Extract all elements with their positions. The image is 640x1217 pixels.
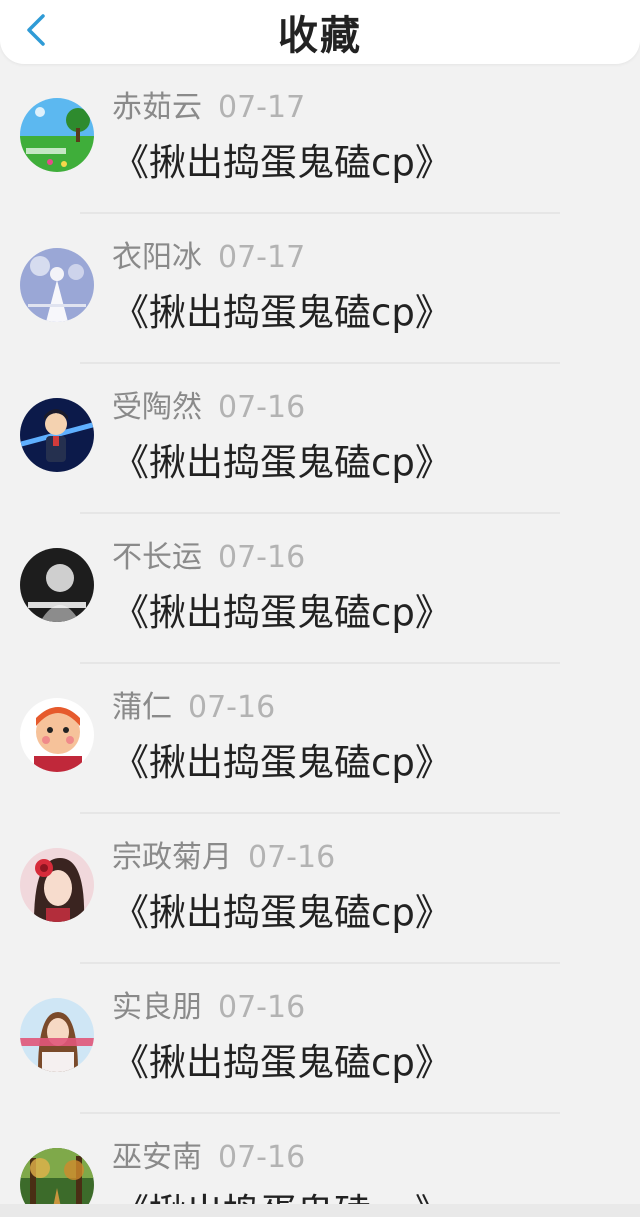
list-item[interactable]: 宗政菊月 07-16 《揪出捣蛋鬼磕cp》 bbox=[0, 814, 640, 964]
post-date: 07-16 bbox=[218, 1140, 306, 1175]
user-name: 巫安南 bbox=[112, 1140, 202, 1175]
list-item[interactable]: 衣阳冰 07-17 《揪出捣蛋鬼磕cp》 bbox=[0, 214, 640, 364]
post-title[interactable]: 《揪出捣蛋鬼磕cp》 bbox=[112, 288, 452, 338]
list-item[interactable]: 受陶然 07-16 《揪出捣蛋鬼磕cp》 bbox=[0, 364, 640, 514]
list-item[interactable]: 巫安南 07-16 《揪出捣蛋鬼磕cp》 bbox=[0, 1114, 640, 1204]
post-title[interactable]: 《揪出捣蛋鬼磕cp》 bbox=[112, 588, 452, 638]
post-date: 07-16 bbox=[188, 690, 276, 725]
page-title: 收藏 bbox=[278, 13, 362, 59]
list-item[interactable]: 实良朋 07-16 《揪出捣蛋鬼磕cp》 bbox=[0, 964, 640, 1114]
post-title[interactable]: 《揪出捣蛋鬼磕cp》 bbox=[112, 738, 452, 788]
post-title[interactable]: 《揪出捣蛋鬼磕cp》 bbox=[112, 1188, 452, 1204]
user-name: 衣阳冰 bbox=[112, 240, 202, 275]
avatar[interactable] bbox=[20, 998, 94, 1072]
avatar[interactable] bbox=[20, 548, 94, 622]
bottom-bar bbox=[0, 1204, 640, 1217]
avatar[interactable] bbox=[20, 98, 94, 172]
avatar[interactable] bbox=[20, 398, 94, 472]
user-name: 宗政菊月 bbox=[112, 840, 232, 875]
post-title[interactable]: 《揪出捣蛋鬼磕cp》 bbox=[112, 888, 452, 938]
post-title[interactable]: 《揪出捣蛋鬼磕cp》 bbox=[112, 438, 452, 488]
user-name: 蒲仁 bbox=[112, 690, 172, 725]
favorites-screen: 收藏 赤茹云 07-17 《揪出捣蛋鬼磕cp》 衣阳冰 07-17 《揪出捣蛋鬼… bbox=[0, 0, 640, 1217]
header-bar: 收藏 bbox=[0, 0, 640, 64]
user-name: 赤茹云 bbox=[112, 90, 202, 125]
list-item[interactable]: 赤茹云 07-17 《揪出捣蛋鬼磕cp》 bbox=[0, 64, 640, 214]
avatar[interactable] bbox=[20, 1148, 94, 1204]
list-item[interactable]: 不长运 07-16 《揪出捣蛋鬼磕cp》 bbox=[0, 514, 640, 664]
post-date: 07-17 bbox=[218, 240, 306, 275]
post-date: 07-16 bbox=[218, 390, 306, 425]
list-item[interactable]: 蒲仁 07-16 《揪出捣蛋鬼磕cp》 bbox=[0, 664, 640, 814]
favorites-list: 赤茹云07-17 《揪出捣蛋鬼磕cp》 衣阳冰07-17 《揪出捣蛋鬼磕cp bbox=[0, 64, 640, 1204]
post-date: 07-16 bbox=[218, 540, 306, 575]
post-title[interactable]: 《揪出捣蛋鬼磕cp》 bbox=[112, 1038, 452, 1088]
post-date: 07-17 bbox=[218, 90, 306, 125]
post-title[interactable]: 《揪出捣蛋鬼磕cp》 bbox=[112, 138, 452, 188]
user-name: 受陶然 bbox=[112, 390, 202, 425]
avatar[interactable] bbox=[20, 698, 94, 772]
avatar[interactable] bbox=[20, 248, 94, 322]
avatar[interactable] bbox=[20, 848, 94, 922]
user-name: 不长运 bbox=[112, 540, 202, 575]
user-name: 实良朋 bbox=[112, 990, 202, 1025]
post-date: 07-16 bbox=[218, 990, 306, 1025]
post-date: 07-16 bbox=[248, 840, 336, 875]
